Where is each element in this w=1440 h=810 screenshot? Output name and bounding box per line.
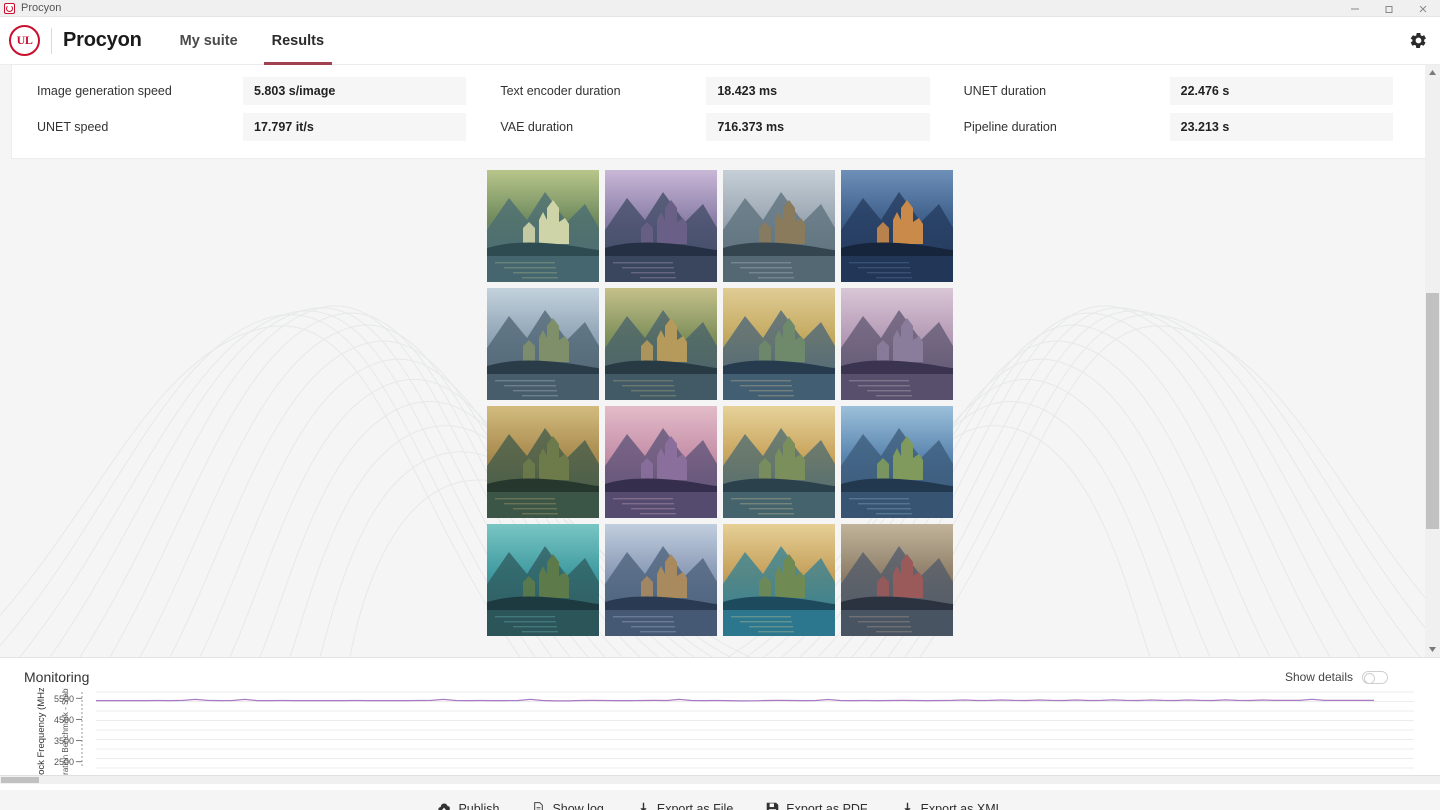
svg-text:Clock Frequency (MHz): Clock Frequency (MHz) — [36, 688, 47, 784]
generated-image-thumbnail[interactable] — [841, 170, 953, 282]
clock-frequency-line-chart: 5500450035002500Clock Frequency (MHz) Ima… — [36, 688, 1414, 784]
download-icon — [901, 802, 914, 810]
close-button[interactable] — [1406, 0, 1440, 17]
metric-label: Pipeline duration — [963, 120, 1057, 134]
minimize-button[interactable] — [1338, 0, 1372, 17]
benchmark-metrics-panel: Image generation speed 5.803 s/image Tex… — [11, 65, 1429, 159]
metric-value: 5.803 s/image — [243, 77, 467, 105]
generated-image-grid — [487, 170, 953, 636]
generated-image-thumbnail[interactable] — [841, 406, 953, 518]
results-action-bar: Publish Show log Export as File Export a… — [0, 790, 1440, 810]
action-label: Export as PDF — [786, 801, 868, 810]
metric-label: Image generation speed — [37, 84, 172, 98]
metric-label: Text encoder duration — [500, 84, 621, 98]
show-details-toggle[interactable] — [1362, 670, 1388, 684]
download-icon — [637, 802, 650, 810]
monitoring-chart: 5500 4500 3500 2500 Clock Frequency (MHz) Ima… — [0, 688, 1440, 784]
window-titlebar: Procyon — [0, 0, 1440, 17]
app-header: UL Procyon My suite Results — [0, 17, 1440, 65]
brand-area: UL Procyon — [0, 25, 142, 56]
svg-text:Image Generation Benchmark - S: Image Generation Benchmark - Stable Diff… — [61, 688, 70, 784]
ul-logo-icon: UL — [9, 25, 40, 56]
results-scroll-area: Image generation speed 5.803 s/image Tex… — [0, 65, 1440, 657]
metric-row: Pipeline duration 23.213 s — [952, 113, 1415, 141]
generated-image-thumbnail[interactable] — [841, 524, 953, 636]
save-disk-icon — [766, 802, 779, 810]
metric-row: UNET duration 22.476 s — [952, 77, 1415, 105]
metric-label: UNET speed — [37, 120, 109, 134]
logo-divider — [51, 27, 52, 54]
document-icon — [532, 801, 545, 810]
tab-my-suite[interactable]: My suite — [176, 17, 242, 65]
generated-image-thumbnail[interactable] — [723, 406, 835, 518]
metric-row: Text encoder duration 18.423 ms — [488, 77, 951, 105]
action-label: Show log — [552, 801, 604, 810]
procyon-logo-icon — [4, 2, 15, 14]
scrollbar-thumb[interactable] — [1426, 293, 1439, 529]
hscrollbar-thumb[interactable] — [1, 777, 39, 783]
main-nav: My suite Results — [176, 17, 354, 65]
metric-value: 18.423 ms — [706, 77, 930, 105]
export-as-pdf-button[interactable]: Export as PDF — [766, 801, 868, 810]
publish-button[interactable]: Publish — [437, 802, 499, 810]
chevron-down-icon[interactable] — [1425, 642, 1440, 657]
metric-row: Image generation speed 5.803 s/image — [25, 77, 488, 105]
metric-row: VAE duration 716.373 ms — [488, 113, 951, 141]
action-label: Publish — [458, 801, 500, 810]
generated-image-thumbnail[interactable] — [487, 170, 599, 282]
generated-image-thumbnail[interactable] — [605, 288, 717, 400]
tab-results[interactable]: Results — [263, 17, 333, 65]
chevron-up-icon[interactable] — [1425, 65, 1440, 80]
window-title: Procyon — [21, 2, 62, 14]
generated-image-thumbnail[interactable] — [723, 524, 835, 636]
generated-image-thumbnail[interactable] — [841, 288, 953, 400]
generated-image-thumbnail[interactable] — [487, 406, 599, 518]
metric-value: 716.373 ms — [706, 113, 930, 141]
metric-row: UNET speed 17.797 it/s — [25, 113, 488, 141]
generated-images-section — [0, 170, 1440, 636]
metric-label: VAE duration — [500, 120, 574, 134]
generated-image-thumbnail[interactable] — [605, 524, 717, 636]
metric-value: 23.213 s — [1169, 113, 1393, 141]
generated-image-thumbnail[interactable] — [605, 406, 717, 518]
vertical-scrollbar[interactable] — [1425, 65, 1440, 657]
metric-label: UNET duration — [963, 84, 1047, 98]
generated-image-thumbnail[interactable] — [487, 524, 599, 636]
generated-image-thumbnail[interactable] — [487, 288, 599, 400]
horizontal-scrollbar[interactable] — [0, 775, 1440, 784]
monitoring-header: Monitoring Show details — [0, 658, 1440, 685]
window-controls — [1338, 0, 1440, 17]
export-as-file-button[interactable]: Export as File — [637, 802, 733, 810]
generated-image-thumbnail[interactable] — [723, 288, 835, 400]
monitoring-panel: Monitoring Show details 5500 4500 3500 2500… — [0, 657, 1440, 790]
show-details-control[interactable]: Show details — [1285, 670, 1388, 684]
metric-value: 22.476 s — [1169, 77, 1393, 105]
show-log-button[interactable]: Show log — [532, 801, 604, 810]
show-details-label: Show details — [1284, 670, 1353, 684]
page-title: Procyon — [63, 29, 142, 51]
cloud-upload-icon — [437, 802, 451, 810]
action-label: Export as XML — [920, 801, 1003, 810]
metric-value: 17.797 it/s — [243, 113, 467, 141]
maximize-button[interactable] — [1372, 0, 1406, 17]
generated-image-thumbnail[interactable] — [605, 170, 717, 282]
gear-icon[interactable] — [1405, 28, 1431, 54]
generated-image-thumbnail[interactable] — [723, 170, 835, 282]
export-as-xml-button[interactable]: Export as XML — [901, 802, 1003, 810]
monitoring-title: Monitoring — [24, 669, 90, 685]
action-label: Export as File — [656, 801, 734, 810]
